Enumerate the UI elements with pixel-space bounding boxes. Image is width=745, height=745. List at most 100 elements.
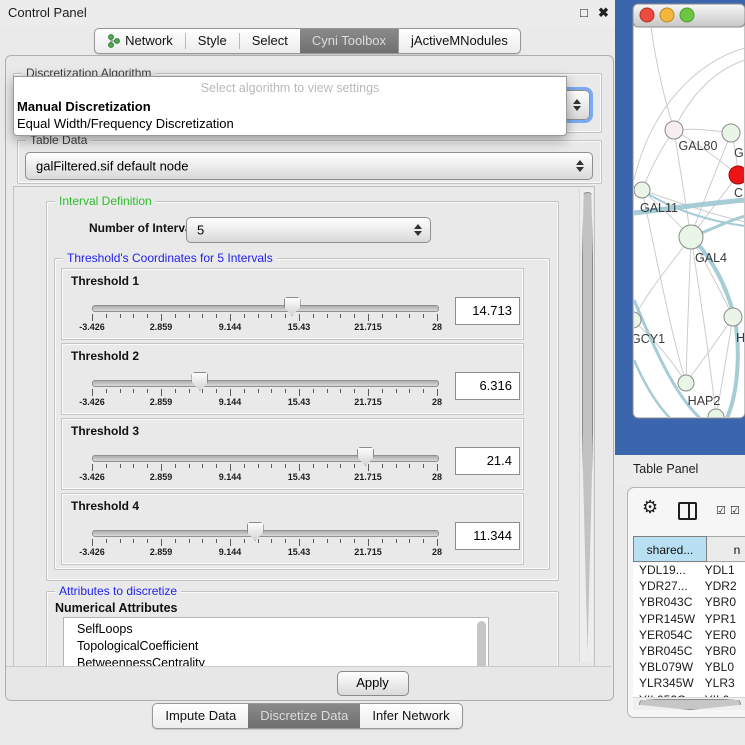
network-node[interactable] bbox=[724, 308, 742, 326]
checkbox-icon[interactable]: ☑ bbox=[716, 504, 727, 517]
threshold-value-field[interactable]: 14.713 bbox=[455, 297, 520, 325]
zoom-traffic-light-icon[interactable] bbox=[680, 8, 694, 22]
network-node[interactable] bbox=[729, 166, 745, 184]
network-node[interactable] bbox=[679, 225, 703, 249]
table-row[interactable]: YLR345WYLR3 bbox=[633, 676, 745, 692]
table-row[interactable]: YDL19...YDL1 bbox=[633, 563, 745, 579]
algorithm-hint-option[interactable]: Select algorithm to view settings bbox=[14, 81, 566, 95]
table-row[interactable]: YPR145WYPR1 bbox=[633, 612, 745, 628]
table-rows[interactable]: YDL19...YDL1YDR27...YDR2YBR043CYBR0YPR14… bbox=[633, 563, 745, 697]
tab-cyni-toolbox[interactable]: Cyni Toolbox bbox=[300, 29, 398, 53]
cell-name[interactable]: YDR2 bbox=[699, 579, 745, 595]
slider-tick bbox=[216, 464, 217, 468]
slider-tick bbox=[313, 539, 314, 543]
slider-track[interactable] bbox=[92, 305, 439, 312]
slider-tick bbox=[175, 464, 176, 468]
slider-tick-label: -3.426 bbox=[69, 547, 115, 557]
attribute-list-item[interactable]: SelfLoops bbox=[64, 618, 488, 638]
network-node[interactable] bbox=[665, 121, 683, 139]
slider-thumb[interactable] bbox=[247, 522, 264, 541]
tab-discretize-data[interactable]: Discretize Data bbox=[248, 704, 360, 728]
cell-name[interactable]: YDL1 bbox=[699, 563, 745, 579]
slider-tick-label: 15.43 bbox=[276, 397, 322, 407]
network-node[interactable] bbox=[722, 124, 740, 142]
slider-track[interactable] bbox=[92, 380, 439, 387]
scrollbar-thumb[interactable] bbox=[582, 192, 593, 654]
network-view-window[interactable]: GAL80GACGAL11GAL4GCY1HHAP2 bbox=[615, 0, 745, 455]
slider-tick bbox=[106, 389, 107, 393]
cell-shared-name[interactable]: YBR043C bbox=[633, 595, 699, 611]
slider-tick-label: 9.144 bbox=[207, 547, 253, 557]
split-columns-icon[interactable] bbox=[678, 502, 697, 520]
algorithm-option-equal-width[interactable]: Equal Width/Frequency Discretization bbox=[17, 116, 234, 131]
float-window-icon[interactable]: □ bbox=[580, 5, 588, 20]
table-row[interactable]: YBR043CYBR0 bbox=[633, 595, 745, 611]
table-row[interactable]: YBR045CYBR0 bbox=[633, 644, 745, 660]
cell-shared-name[interactable]: YER054C bbox=[633, 628, 699, 644]
slider-track[interactable] bbox=[92, 455, 439, 462]
cell-name[interactable]: YBL0 bbox=[699, 660, 745, 676]
cell-shared-name[interactable]: YDR27... bbox=[633, 579, 699, 595]
cell-name[interactable]: YLR3 bbox=[699, 676, 745, 692]
column-header-name[interactable]: n bbox=[707, 536, 745, 562]
threshold-value-field[interactable]: 21.4 bbox=[455, 447, 520, 475]
numerical-attributes-list[interactable]: SelfLoopsTopologicalCoefficientBetweenne… bbox=[63, 617, 489, 667]
cell-name[interactable]: YBR0 bbox=[699, 644, 745, 660]
tab-infer-network[interactable]: Infer Network bbox=[360, 704, 461, 728]
cell-shared-name[interactable]: YLR345W bbox=[633, 676, 699, 692]
horizontal-scrollbar[interactable] bbox=[633, 697, 745, 710]
list-scrollbar[interactable] bbox=[477, 621, 486, 667]
gear-icon[interactable]: ⚙ bbox=[642, 497, 658, 518]
tab-select[interactable]: Select bbox=[240, 29, 300, 53]
cell-name[interactable]: YBR0 bbox=[699, 595, 745, 611]
panel-scrollbar[interactable] bbox=[579, 189, 593, 662]
slider-tick bbox=[409, 389, 410, 393]
slider-thumb[interactable] bbox=[191, 372, 208, 391]
network-node[interactable] bbox=[634, 182, 650, 198]
column-header-shared[interactable]: shared... bbox=[633, 536, 707, 562]
number-of-intervals-spinner[interactable]: 5 bbox=[186, 217, 431, 243]
cell-name[interactable]: YER0 bbox=[699, 628, 745, 644]
checkbox-icon[interactable]: ☑ bbox=[730, 504, 741, 517]
table-row[interactable]: YER054CYER0 bbox=[633, 628, 745, 644]
tab-jactivemnodules[interactable]: jActiveMNodules bbox=[398, 29, 520, 53]
slider-tick bbox=[202, 539, 203, 543]
threshold-value-field[interactable]: 11.344 bbox=[455, 522, 520, 550]
close-icon[interactable]: ✖ bbox=[598, 5, 609, 21]
tab-impute-data[interactable]: Impute Data bbox=[153, 704, 248, 728]
attributes-legend: Attributes to discretize bbox=[55, 584, 181, 598]
cell-name[interactable]: YPR1 bbox=[699, 612, 745, 628]
slider-tick-label: 21.715 bbox=[345, 547, 391, 557]
slider-tick-label: -3.426 bbox=[69, 322, 115, 332]
hscroll-thumb[interactable] bbox=[639, 699, 741, 710]
network-node[interactable] bbox=[678, 375, 694, 391]
apply-button[interactable]: Apply bbox=[337, 671, 409, 696]
algorithm-option-manual[interactable]: Manual Discretization bbox=[17, 99, 151, 114]
cell-shared-name[interactable]: YPR145W bbox=[633, 612, 699, 628]
minimize-traffic-light-icon[interactable] bbox=[660, 8, 674, 22]
close-traffic-light-icon[interactable] bbox=[640, 8, 654, 22]
slider-thumb[interactable] bbox=[357, 447, 374, 466]
slider-tick bbox=[437, 464, 438, 471]
slider-tick bbox=[354, 314, 355, 318]
cell-shared-name[interactable]: YDL19... bbox=[633, 563, 699, 579]
slider-track[interactable] bbox=[92, 530, 439, 537]
slider-tick bbox=[396, 389, 397, 393]
slider-tick-label: 15.43 bbox=[276, 547, 322, 557]
slider-tick bbox=[106, 314, 107, 318]
table-data-combobox[interactable]: galFiltered.sif default node bbox=[25, 152, 593, 180]
slider-tick bbox=[382, 464, 383, 468]
attribute-list-item[interactable]: TopologicalCoefficient bbox=[64, 638, 488, 655]
cell-shared-name[interactable]: YBL079W bbox=[633, 660, 699, 676]
cell-shared-name[interactable]: YBR045C bbox=[633, 644, 699, 660]
tab-network[interactable]: Network bbox=[95, 29, 185, 53]
slider-tick bbox=[147, 314, 148, 318]
table-panel-title: Table Panel bbox=[633, 462, 698, 476]
tab-style[interactable]: Style bbox=[186, 29, 239, 53]
table-row[interactable]: YBL079WYBL0 bbox=[633, 660, 745, 676]
slider-tick bbox=[120, 464, 121, 468]
threshold-value-field[interactable]: 6.316 bbox=[455, 372, 520, 400]
slider-tick bbox=[409, 539, 410, 543]
slider-tick bbox=[133, 389, 134, 393]
table-row[interactable]: YDR27...YDR2 bbox=[633, 579, 745, 595]
